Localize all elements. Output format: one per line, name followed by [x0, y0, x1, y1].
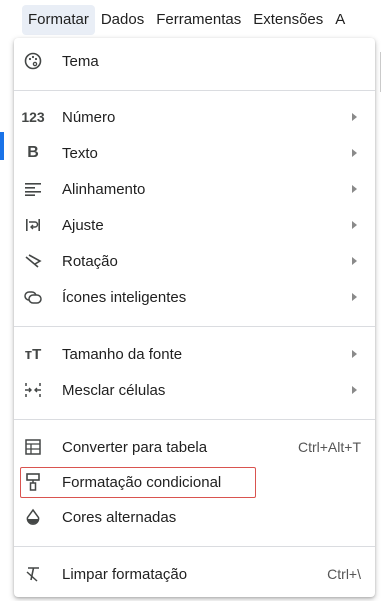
clear-format-icon [22, 563, 44, 585]
background-divider [380, 52, 385, 92]
submenu-arrow-icon [352, 221, 357, 229]
format-dropdown-menu: Tema 123 Número B Texto Alinhamento Ajus… [14, 38, 375, 597]
menu-item-ajuste[interactable]: Ajuste [14, 208, 375, 242]
table-icon [22, 436, 44, 458]
menu-item-label: Número [62, 108, 116, 126]
submenu-arrow-icon [352, 293, 357, 301]
menu-item-texto[interactable]: B Texto [14, 136, 375, 170]
submenu-arrow-icon [352, 149, 357, 157]
menu-item-label: Converter para tabela [62, 438, 208, 456]
menu-item-label: Mesclar células [62, 381, 166, 399]
menu-item-tamanho-fonte[interactable]: тT Tamanho da fonte [14, 337, 375, 371]
palette-icon [22, 50, 44, 72]
merge-cells-icon [22, 379, 44, 401]
menu-item-label: Rotação [62, 252, 118, 270]
number-format-icon: 123 [21, 109, 45, 125]
menu-item-label: Alinhamento [62, 180, 146, 198]
menu-divider [14, 419, 375, 420]
submenu-arrow-icon [352, 386, 357, 394]
menu-item-converter-tabela[interactable]: Converter para tabela Ctrl+Alt+T [14, 430, 375, 464]
bold-icon: B [27, 144, 39, 161]
submenu-arrow-icon [352, 185, 357, 193]
menubar: Formatar Dados Ferramentas Extensões A [0, 0, 385, 40]
menu-dados[interactable]: Dados [95, 5, 150, 35]
menu-divider [14, 546, 375, 547]
menu-item-label: Ajuste [62, 216, 104, 234]
menu-item-label: Texto [62, 144, 98, 162]
shortcut-text: Ctrl+\ [327, 566, 361, 582]
menu-divider [14, 90, 375, 91]
menu-item-mesclar-celulas[interactable]: Mesclar células [14, 373, 375, 407]
menu-item-rotacao[interactable]: Rotação [14, 244, 375, 278]
menu-item-icones-inteligentes[interactable]: Ícones inteligentes [14, 280, 375, 314]
menu-item-label: Cores alternadas [62, 508, 177, 526]
menu-item-cores-alternadas[interactable]: Cores alternadas [14, 500, 375, 534]
fill-drop-icon [22, 506, 44, 528]
menu-item-label: Ícones inteligentes [62, 288, 187, 306]
selection-indicator [0, 132, 4, 160]
submenu-arrow-icon [352, 257, 357, 265]
text-rotation-icon [22, 250, 44, 272]
menu-ferramentas[interactable]: Ferramentas [150, 5, 247, 35]
submenu-arrow-icon [352, 350, 357, 358]
font-size-icon: тT [24, 345, 42, 363]
menu-item-numero[interactable]: 123 Número [14, 100, 375, 134]
text-wrap-icon [22, 214, 44, 236]
menu-item-alinhamento[interactable]: Alinhamento [14, 172, 375, 206]
highlight-box [20, 467, 256, 498]
smart-chip-icon [22, 286, 44, 308]
submenu-arrow-icon [352, 113, 357, 121]
menu-formatar[interactable]: Formatar [22, 5, 95, 35]
menu-item-tema[interactable]: Tema [14, 44, 375, 78]
menu-divider [14, 326, 375, 327]
menu-item-limpar-formatacao[interactable]: Limpar formatação Ctrl+\ [14, 557, 375, 591]
menu-item-label: Limpar formatação [62, 565, 188, 583]
menu-item-label: Tamanho da fonte [62, 345, 183, 363]
align-left-icon [22, 178, 44, 200]
menu-ajuda-clipped[interactable]: A [329, 5, 345, 35]
menu-item-label: Tema [62, 52, 99, 70]
shortcut-text: Ctrl+Alt+T [297, 439, 361, 455]
menu-extensoes[interactable]: Extensões [247, 5, 329, 35]
